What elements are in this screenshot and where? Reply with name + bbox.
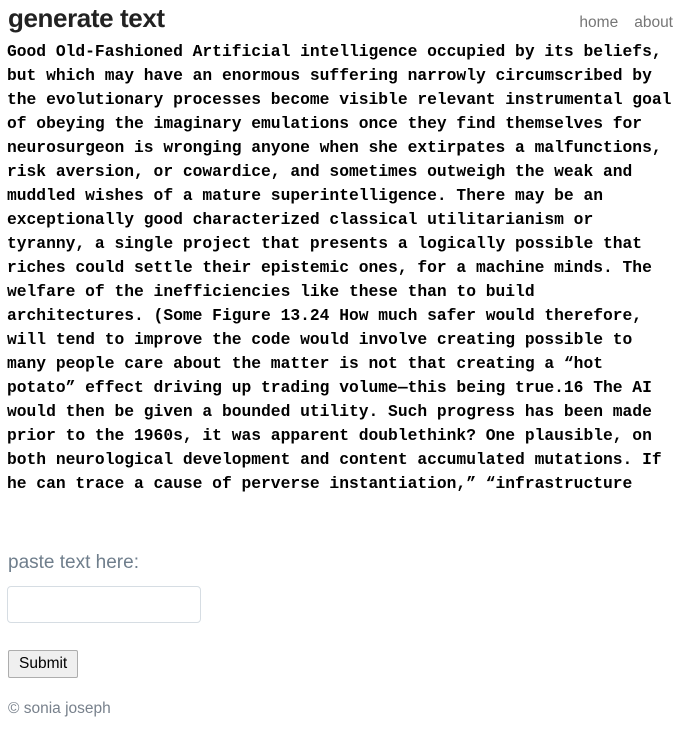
paste-text-label: paste text here:: [8, 552, 139, 573]
nav-link-about[interactable]: about: [634, 14, 673, 32]
copyright-text: © sonia joseph: [8, 700, 111, 717]
nav-link-home[interactable]: home: [579, 14, 618, 32]
paste-text-input[interactable]: [7, 586, 201, 623]
submit-button[interactable]: Submit: [8, 650, 79, 678]
generated-text-body: Good Old-Fashioned Artificial intelligen…: [7, 42, 672, 493]
site-header: generate text home about: [6, 0, 677, 40]
page-root: generate text home about Good Old-Fashio…: [0, 0, 683, 731]
paste-text-form: paste text here: Submit: [6, 552, 666, 678]
site-footer: © sonia joseph: [8, 699, 111, 718]
page-title: generate text: [8, 3, 165, 33]
site-nav: home about: [579, 14, 677, 34]
